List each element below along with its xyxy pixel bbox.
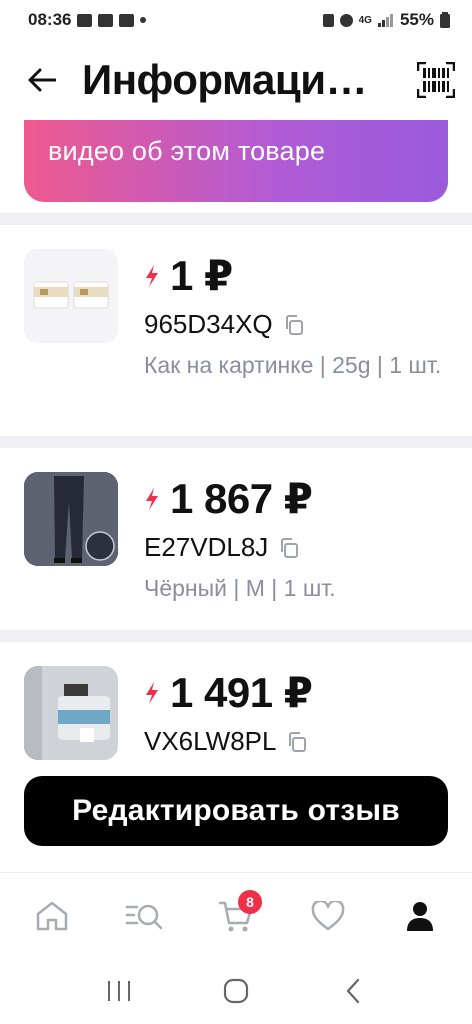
item-code: VX6LW8PL [144,726,277,756]
catalog-search-icon [125,904,163,929]
divider [0,436,472,448]
battery-icon [440,12,450,28]
chevron-left-icon [346,978,360,1004]
item-code-row: VX6LW8PL [144,726,308,757]
item-variant: Чёрный | M | 1 шт. [144,575,336,601]
product-image [24,472,118,566]
order-content[interactable]: видео об этом товаре 1 ₽ 965D34XQ Как на… [0,120,472,872]
battery-percent: 55% [399,10,434,29]
home-icon [36,901,68,930]
flash-icon [146,681,158,704]
page-title: Информаци… [82,56,368,103]
signal-icon [377,14,393,27]
system-navigation [0,958,472,1024]
copy-icon[interactable] [278,537,300,559]
profile-icon [407,901,433,931]
flash-icon [146,487,158,510]
nav-cart[interactable]: 8 [208,888,264,944]
nav-profile[interactable] [392,888,448,944]
barcode-icon [417,62,455,98]
cart-badge: 8 [238,889,262,914]
price-row: 1 867 ₽ [144,474,313,523]
item-price: 1 867 ₽ [170,475,313,522]
item-price: 1 491 ₽ [170,669,313,716]
network-type: 4G [358,14,372,26]
edit-review-button[interactable]: Редактировать отзыв [24,776,448,846]
back-button[interactable] [24,62,60,98]
home-circle-icon [223,978,249,1004]
status-time: 08:36 [28,10,72,29]
product-photo-jars [24,249,118,343]
product-photo-pants [24,472,118,566]
item-code: 965D34XQ [144,309,273,339]
bottom-navigation: 8 [0,872,472,958]
order-item[interactable]: 1 867 ₽ E27VDL8J Чёрный | M | 1 шт. [0,448,472,630]
back-system-button[interactable] [333,971,373,1011]
product-image [24,666,118,760]
product-image [24,249,118,343]
copy-icon[interactable] [283,314,305,336]
youtube-notification-icon-2 [119,13,135,27]
price-row: 1 ₽ [144,251,233,300]
home-system-button[interactable] [216,971,256,1011]
product-photo-tissue-box [24,666,118,760]
nav-home[interactable] [24,888,80,944]
item-code-row: E27VDL8J [144,532,300,563]
copy-icon[interactable] [286,731,308,753]
recent-apps-button[interactable] [99,971,139,1011]
arrow-left-icon [28,68,56,92]
item-price: 1 ₽ [170,252,233,299]
status-right: 4G 55% [322,10,450,30]
divider [0,213,472,225]
banner-text: видео об этом товаре [48,136,326,166]
status-bar: 08:36 4G 55% [0,0,472,40]
nav-catalog[interactable] [116,888,172,944]
app-header: Информаци… [0,40,472,120]
heart-icon [311,900,345,930]
item-code-row: 965D34XQ [144,309,305,340]
order-item[interactable]: 1 ₽ 965D34XQ Как на картинке | 25g | 1 ш… [0,225,472,435]
recent-apps-icon [107,981,130,1001]
item-variant: Как на картинке | 25g | 1 шт. [144,352,442,378]
more-notifications-icon [140,17,147,23]
price-row: 1 491 ₽ [144,668,313,717]
youtube-notification-icon [98,13,114,27]
battery-saver-icon [322,13,334,27]
alarm-icon [339,13,353,27]
product-video-banner[interactable]: видео об этом товаре [24,120,448,202]
gallery-notification-icon [77,13,93,27]
item-code: E27VDL8J [144,532,269,562]
status-left: 08:36 [28,10,147,30]
flash-icon [146,264,158,287]
barcode-scan-button[interactable] [414,58,458,102]
divider [0,630,472,642]
nav-favorites[interactable] [300,888,356,944]
